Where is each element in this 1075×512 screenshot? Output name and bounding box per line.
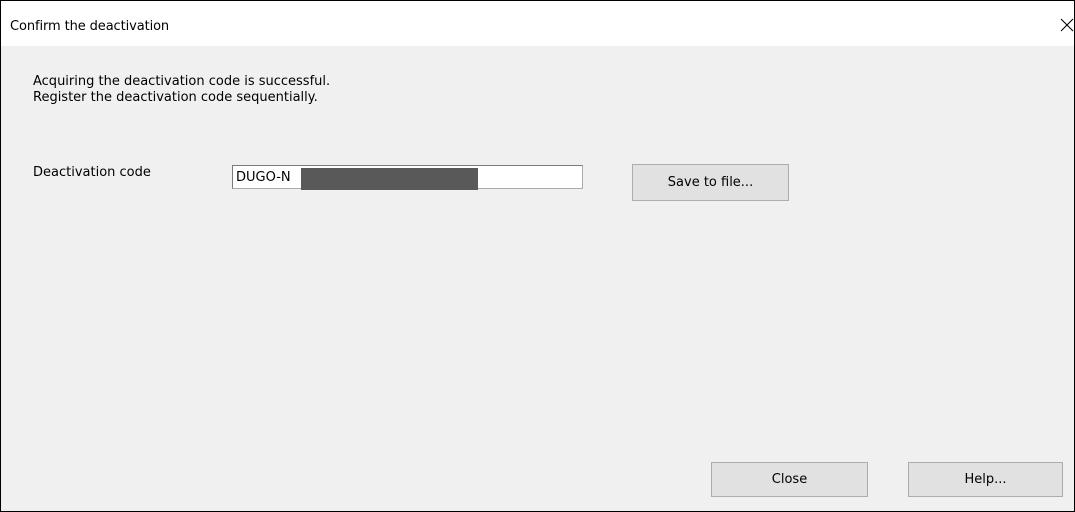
status-message: Acquiring the deactivation code is succe… <box>33 74 330 106</box>
deactivation-code-field[interactable]: DUGO-N <box>232 165 583 190</box>
deactivation-code-value: DUGO-N <box>236 170 291 185</box>
save-to-file-button[interactable]: Save to file... <box>632 164 789 201</box>
help-button[interactable]: Help... <box>908 462 1063 497</box>
close-icon[interactable] <box>1059 15 1075 35</box>
dialog-title: Confirm the deactivation <box>10 19 170 34</box>
message-line-2: Register the deactivation code sequentia… <box>33 90 318 105</box>
title-bar: Confirm the deactivation <box>1 1 1074 46</box>
help-button-label: Help... <box>964 472 1007 487</box>
confirm-deactivation-dialog: Confirm the deactivation Acquiring the d… <box>0 0 1075 512</box>
close-button-label: Close <box>771 472 808 487</box>
redaction-block <box>301 168 478 190</box>
message-line-1: Acquiring the deactivation code is succe… <box>33 74 331 89</box>
close-button[interactable]: Close <box>711 462 868 497</box>
save-to-file-label: Save to file... <box>667 175 754 190</box>
deactivation-code-label: Deactivation code <box>33 165 151 180</box>
